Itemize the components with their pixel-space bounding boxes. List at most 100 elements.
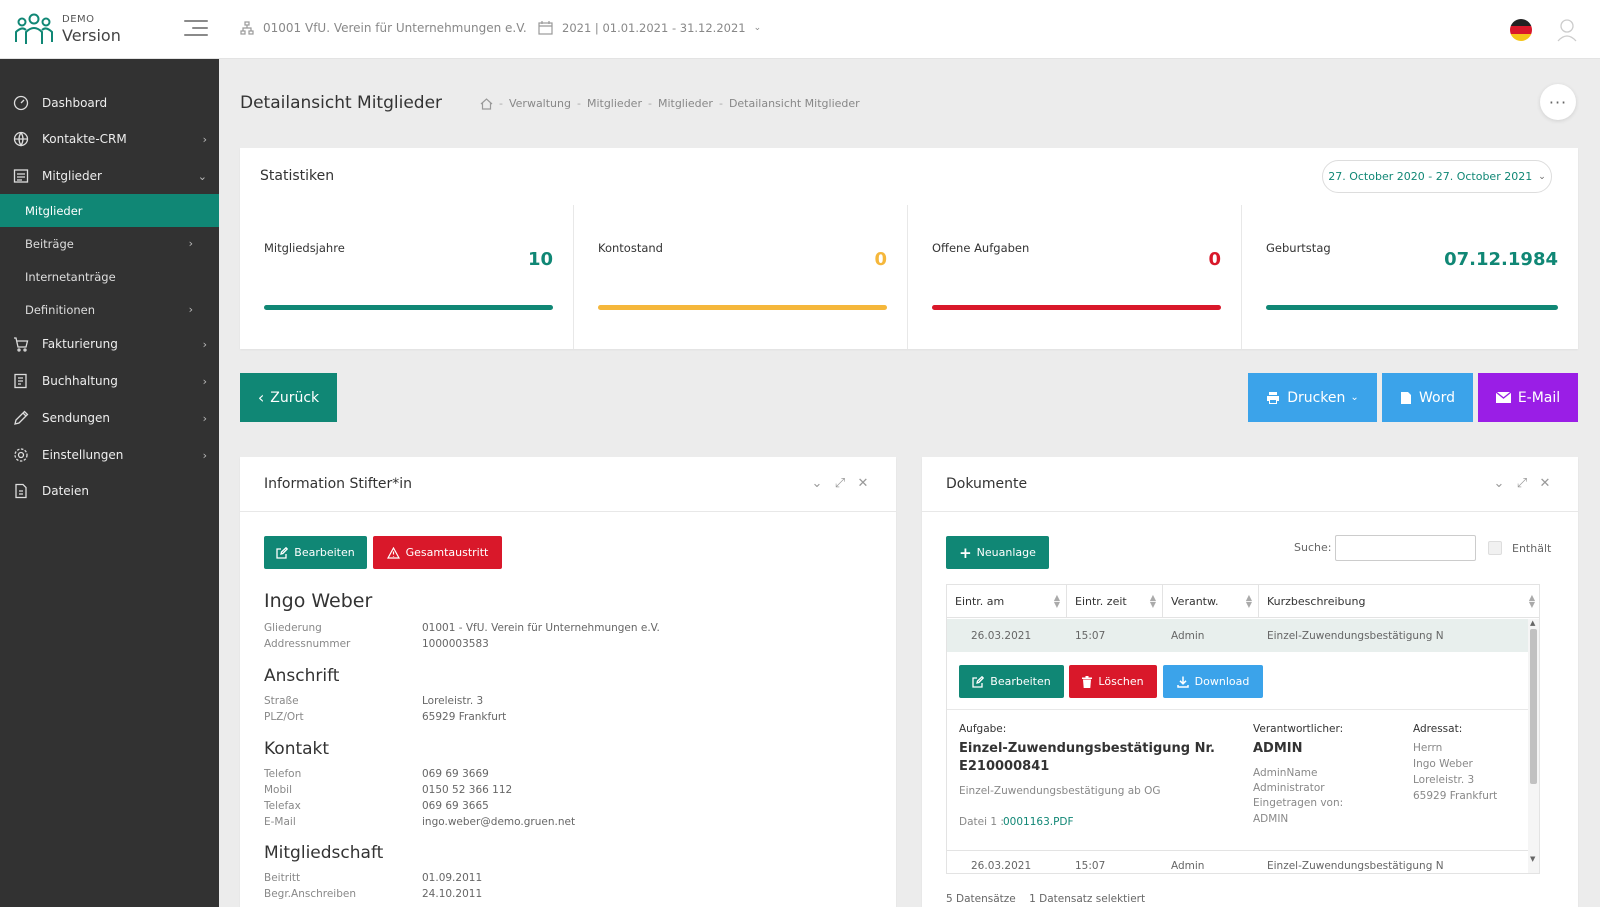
brand-small: DEMO	[62, 13, 95, 25]
breadcrumb-item[interactable]: Verwaltung	[509, 97, 571, 110]
column-header-time[interactable]: Eintr. zeit ▲ ▼	[1067, 585, 1163, 618]
row-edit-button[interactable]: Bearbeiten	[959, 665, 1064, 698]
printer-icon	[1267, 391, 1280, 404]
file-label: Datei 1 :	[959, 816, 1004, 828]
stat-birthday: Geburtstag 07.12.1984	[1242, 205, 1578, 349]
print-button[interactable]: Drucken ⌄	[1248, 373, 1377, 422]
download-icon	[1176, 676, 1189, 688]
information-title: Information Stifter*in	[264, 476, 413, 492]
organization-selector[interactable]: 01001 VfU. Verein für Unternehmungen e.V…	[240, 21, 527, 35]
close-icon[interactable]: ✕	[1538, 476, 1552, 491]
period-label: 2021 | 01.01.2021 - 31.12.2021	[562, 21, 746, 35]
sidebar-item-dateien[interactable]: Dateien	[0, 474, 219, 508]
german-flag-icon[interactable]	[1510, 19, 1532, 41]
email-button[interactable]: E-Mail	[1478, 373, 1578, 422]
breadcrumb-item[interactable]: Mitglieder	[658, 97, 713, 110]
brand-big: Version	[62, 25, 121, 45]
table-row[interactable]: 26.03.2021 15:07 Admin Einzel-Zuwendungs…	[947, 851, 1530, 873]
file-link[interactable]: 0001163.PDF	[1003, 816, 1074, 828]
new-document-button[interactable]: + Neuanlage	[946, 536, 1049, 569]
period-selector[interactable]: 2021 | 01.01.2021 - 31.12.2021 ⌄	[538, 21, 761, 35]
breadcrumb-item: Detailansicht Mitglieder	[728, 97, 860, 110]
org-chart-icon	[240, 21, 254, 35]
scroll-up-icon[interactable]: ▲	[1530, 619, 1535, 627]
home-icon[interactable]	[480, 97, 493, 110]
contains-label: Enthält	[1512, 542, 1552, 555]
top-bar: DEMO Version 01001 VfU. Verein für Unter…	[0, 0, 1600, 59]
logo[interactable]: DEMO Version	[14, 12, 121, 46]
total-exit-button[interactable]: Gesamtaustritt	[373, 536, 502, 569]
sidebar-item-einstellungen[interactable]: Einstellungen ›	[0, 438, 219, 472]
collapse-icon[interactable]: ⌄	[810, 476, 824, 491]
sort-icon: ▲ ▼	[1149, 593, 1156, 609]
sidebar-item-dashboard[interactable]: Dashboard	[0, 86, 219, 120]
more-options-button[interactable]: ···	[1540, 84, 1576, 120]
chevron-down-icon: ⌄	[753, 23, 762, 33]
back-button[interactable]: ‹ Zurück	[240, 373, 337, 422]
globe-icon	[12, 130, 30, 148]
word-button[interactable]: Word	[1382, 373, 1473, 422]
user-avatar-icon[interactable]	[1556, 18, 1578, 42]
file-icon	[12, 482, 30, 500]
responsible-name: ADMIN	[1253, 741, 1303, 756]
document-icon	[1401, 391, 1411, 404]
chevron-right-icon: ›	[188, 303, 193, 316]
column-header-description[interactable]: Kurzbeschreibung ▲ ▼	[1259, 585, 1539, 618]
pencil-icon	[12, 409, 30, 427]
row-download-button[interactable]: Download	[1163, 665, 1263, 698]
edit-icon	[972, 675, 985, 688]
search-input[interactable]	[1335, 535, 1476, 561]
chevron-right-icon: ›	[202, 448, 207, 462]
task-title-number: E210000841	[959, 759, 1050, 774]
chevron-right-icon: ›	[188, 237, 193, 250]
column-header-date[interactable]: Eintr. am ▲ ▼	[947, 585, 1067, 618]
task-subtitle: Einzel-Zuwendungsbestätigung ab OG	[959, 785, 1161, 797]
close-icon[interactable]: ✕	[856, 476, 870, 491]
table-scrollbar[interactable]: ▲ ▼	[1528, 619, 1539, 873]
address-heading: Anschrift	[264, 666, 340, 686]
sidebar-subitem-internetantraege[interactable]: Internetanträge	[0, 260, 219, 293]
book-icon	[12, 372, 30, 390]
email-link[interactable]: ingo.weber@demo.gruen.net	[422, 816, 575, 828]
sidebar-item-fakturierung[interactable]: Fakturierung ›	[0, 327, 219, 361]
people-logo-icon	[15, 13, 53, 44]
addressee-label: Adressat:	[1413, 723, 1463, 735]
members-icon	[12, 167, 30, 185]
chevron-right-icon: ›	[202, 411, 207, 425]
documents-card: Dokumente ⌄ ⤢ ✕ + Neuanlage Suche: Enthä…	[922, 457, 1578, 907]
cart-icon	[12, 335, 30, 353]
member-name: Ingo Weber	[264, 590, 373, 612]
edit-member-button[interactable]: Bearbeiten	[264, 536, 367, 569]
documents-table: Eintr. am ▲ ▼ Eintr. zeit ▲ ▼ Verantw. ▲ ▼ Kur…	[946, 584, 1540, 874]
contains-checkbox[interactable]	[1488, 541, 1502, 555]
sidebar: Dashboard Kontakte-CRM › Mitglieder ⌄ Mi…	[0, 59, 219, 907]
stat-membership-years: Mitgliedsjahre 10	[240, 205, 574, 349]
organization-label: 01001 VfU. Verein für Unternehmungen e.V…	[263, 21, 527, 35]
table-row[interactable]: 26.03.2021 15:07 Admin Einzel-Zuwendungs…	[947, 619, 1539, 652]
trash-icon	[1082, 675, 1093, 688]
sidebar-subitem-mitglieder[interactable]: Mitglieder	[0, 194, 219, 227]
column-header-responsible[interactable]: Verantw. ▲ ▼	[1163, 585, 1259, 618]
menu-toggle-icon[interactable]	[184, 20, 208, 40]
gear-icon	[12, 446, 30, 464]
sidebar-item-buchhaltung[interactable]: Buchhaltung ›	[0, 364, 219, 398]
scroll-down-icon[interactable]: ▼	[1530, 855, 1535, 863]
sort-icon: ▲ ▼	[1245, 593, 1252, 609]
row-delete-button[interactable]: Löschen	[1069, 665, 1157, 698]
sidebar-item-sendungen[interactable]: Sendungen ›	[0, 401, 219, 435]
sort-icon: ▲ ▼	[1053, 593, 1060, 609]
collapse-icon[interactable]: ⌄	[1492, 476, 1506, 491]
sidebar-item-kontakte[interactable]: Kontakte-CRM ›	[0, 122, 219, 156]
edit-icon	[276, 546, 289, 559]
sidebar-item-mitglieder[interactable]: Mitglieder ⌄	[0, 159, 219, 193]
chevron-right-icon: ›	[202, 132, 207, 146]
sidebar-subitem-beitraege[interactable]: Beiträge ›	[0, 227, 219, 260]
chevron-left-icon: ‹	[257, 388, 265, 407]
expand-icon[interactable]: ⤢	[833, 476, 847, 491]
search-label: Suche:	[1294, 541, 1332, 554]
expand-icon[interactable]: ⤢	[1515, 476, 1529, 491]
contact-heading: Kontakt	[264, 739, 330, 759]
breadcrumb-item[interactable]: Mitglieder	[587, 97, 642, 110]
sidebar-subitem-definitionen[interactable]: Definitionen ›	[0, 293, 219, 326]
date-range-picker[interactable]: 27. October 2020 - 27. October 2021 ⌄	[1322, 160, 1552, 193]
